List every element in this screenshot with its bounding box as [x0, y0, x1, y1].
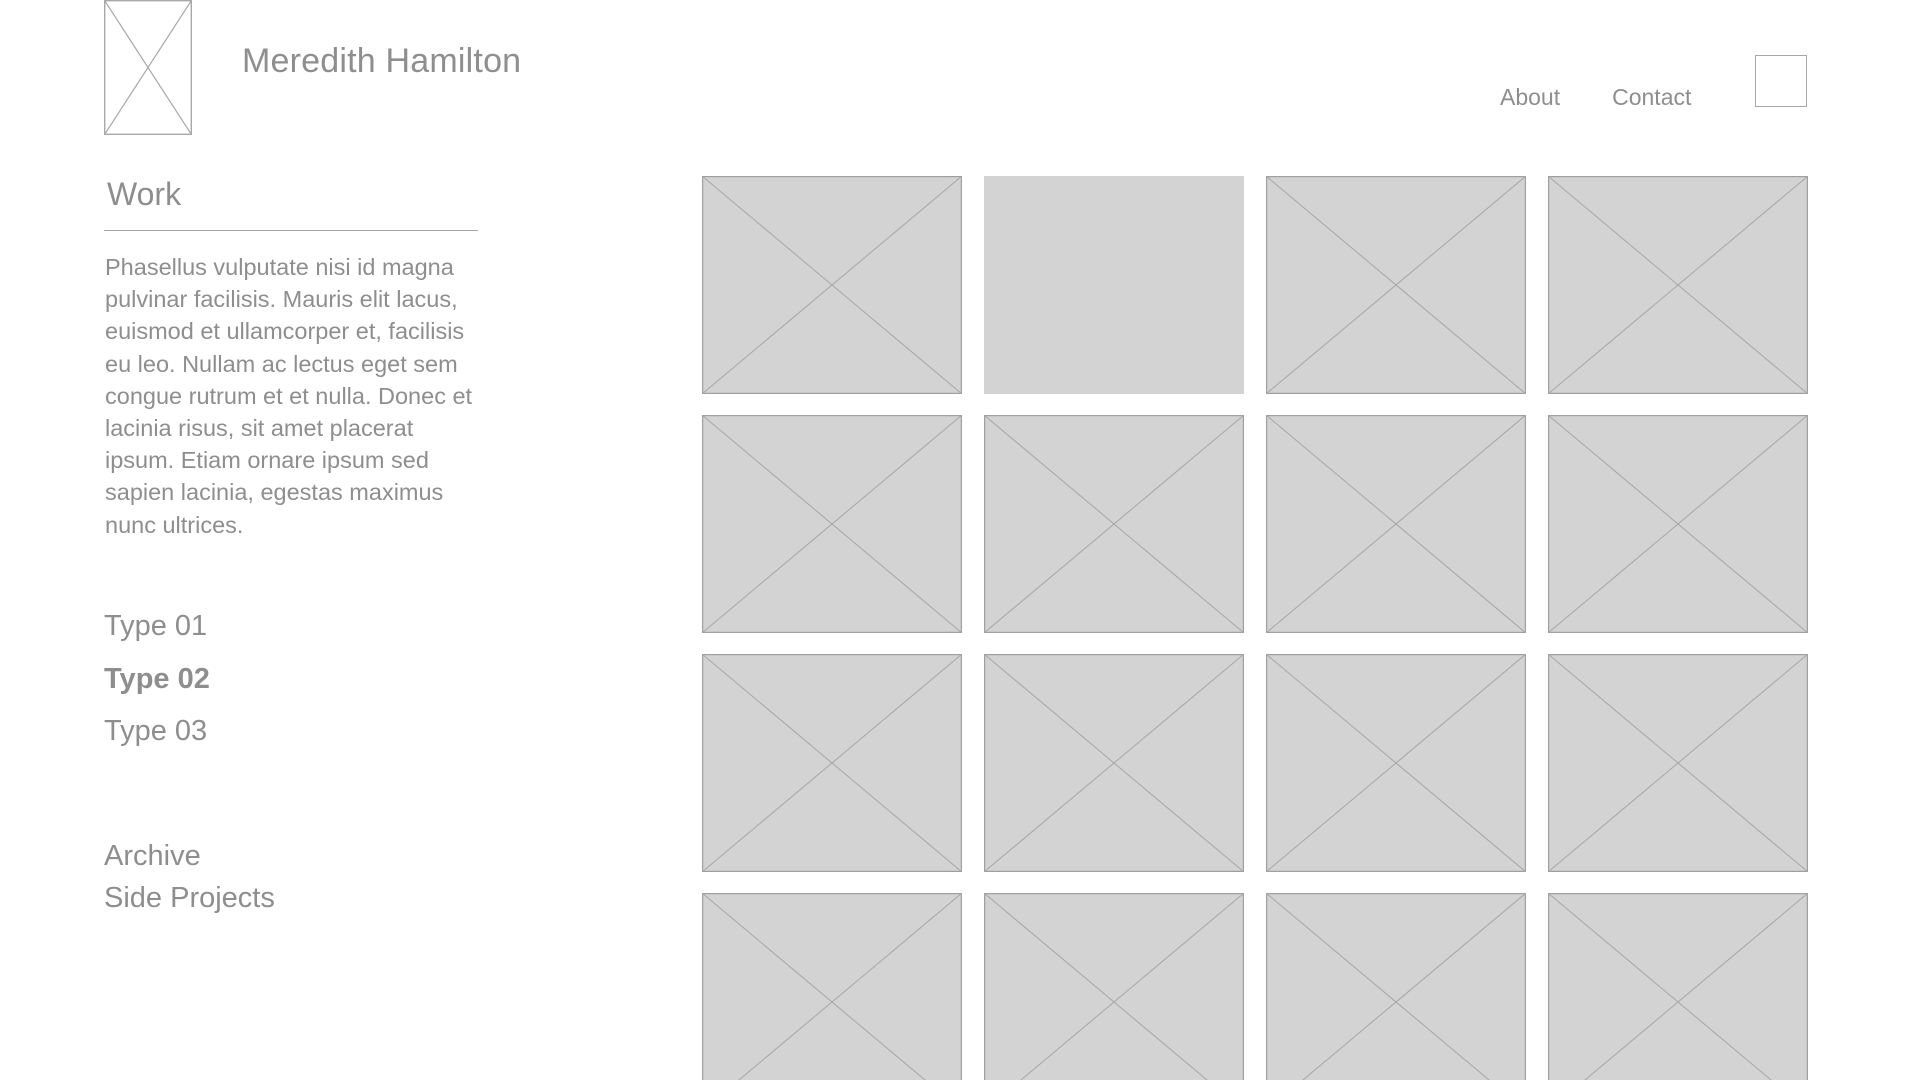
gallery-tile[interactable] — [1548, 893, 1808, 1080]
image-placeholder-icon — [1548, 654, 1808, 872]
nav-contact-link[interactable]: Contact — [1612, 84, 1691, 111]
top-nav: About Contact — [1500, 84, 1691, 111]
nav-about-link[interactable]: About — [1500, 84, 1560, 111]
gallery-tile[interactable] — [1548, 654, 1808, 872]
gallery-tile[interactable] — [984, 654, 1244, 872]
menu-box-icon[interactable] — [1755, 55, 1807, 107]
image-placeholder-icon — [702, 654, 962, 872]
image-placeholder-icon — [984, 415, 1244, 633]
type-filter-item[interactable]: Type 01 — [104, 608, 210, 661]
gallery-tile[interactable] — [1266, 415, 1526, 633]
gallery-grid — [702, 176, 1808, 1080]
image-placeholder-icon — [1266, 176, 1526, 394]
image-placeholder-icon — [1266, 415, 1526, 633]
image-placeholder-icon — [1266, 654, 1526, 872]
image-placeholder-icon — [1548, 893, 1808, 1080]
gallery-tile[interactable] — [1266, 176, 1526, 394]
archive-link[interactable]: Archive — [104, 838, 275, 880]
image-placeholder-icon — [984, 654, 1244, 872]
section-divider — [104, 230, 478, 231]
gallery-tile[interactable] — [702, 415, 962, 633]
gallery-tile-blank[interactable] — [984, 176, 1244, 394]
gallery-tile[interactable] — [1548, 176, 1808, 394]
logo-placeholder-icon[interactable] — [104, 0, 192, 135]
gallery-tile[interactable] — [702, 654, 962, 872]
extra-links-list: Archive Side Projects — [104, 838, 275, 922]
gallery-tile[interactable] — [984, 415, 1244, 633]
image-placeholder-icon — [702, 415, 962, 633]
image-placeholder-icon — [702, 176, 962, 394]
type-filter-list: Type 01 Type 02 Type 03 — [104, 608, 210, 766]
type-filter-item[interactable]: Type 03 — [104, 713, 210, 766]
image-placeholder-icon — [1266, 893, 1526, 1080]
gallery-tile[interactable] — [984, 893, 1244, 1080]
image-placeholder-icon — [984, 893, 1244, 1080]
portfolio-page: Meredith Hamilton About Contact Work Pha… — [0, 0, 1920, 1080]
type-filter-item-active[interactable]: Type 02 — [104, 661, 210, 714]
image-placeholder-icon — [1548, 176, 1808, 394]
gallery-tile[interactable] — [702, 176, 962, 394]
gallery-tile[interactable] — [1548, 415, 1808, 633]
section-title: Work — [107, 176, 182, 212]
section-description: Phasellus vulputate nisi id magna pulvin… — [105, 254, 473, 538]
side-projects-link[interactable]: Side Projects — [104, 880, 275, 922]
image-placeholder-icon — [1548, 415, 1808, 633]
image-placeholder-icon — [702, 893, 962, 1080]
gallery-tile[interactable] — [702, 893, 962, 1080]
gallery-tile[interactable] — [1266, 893, 1526, 1080]
gallery-tile[interactable] — [1266, 654, 1526, 872]
site-name[interactable]: Meredith Hamilton — [242, 42, 521, 81]
